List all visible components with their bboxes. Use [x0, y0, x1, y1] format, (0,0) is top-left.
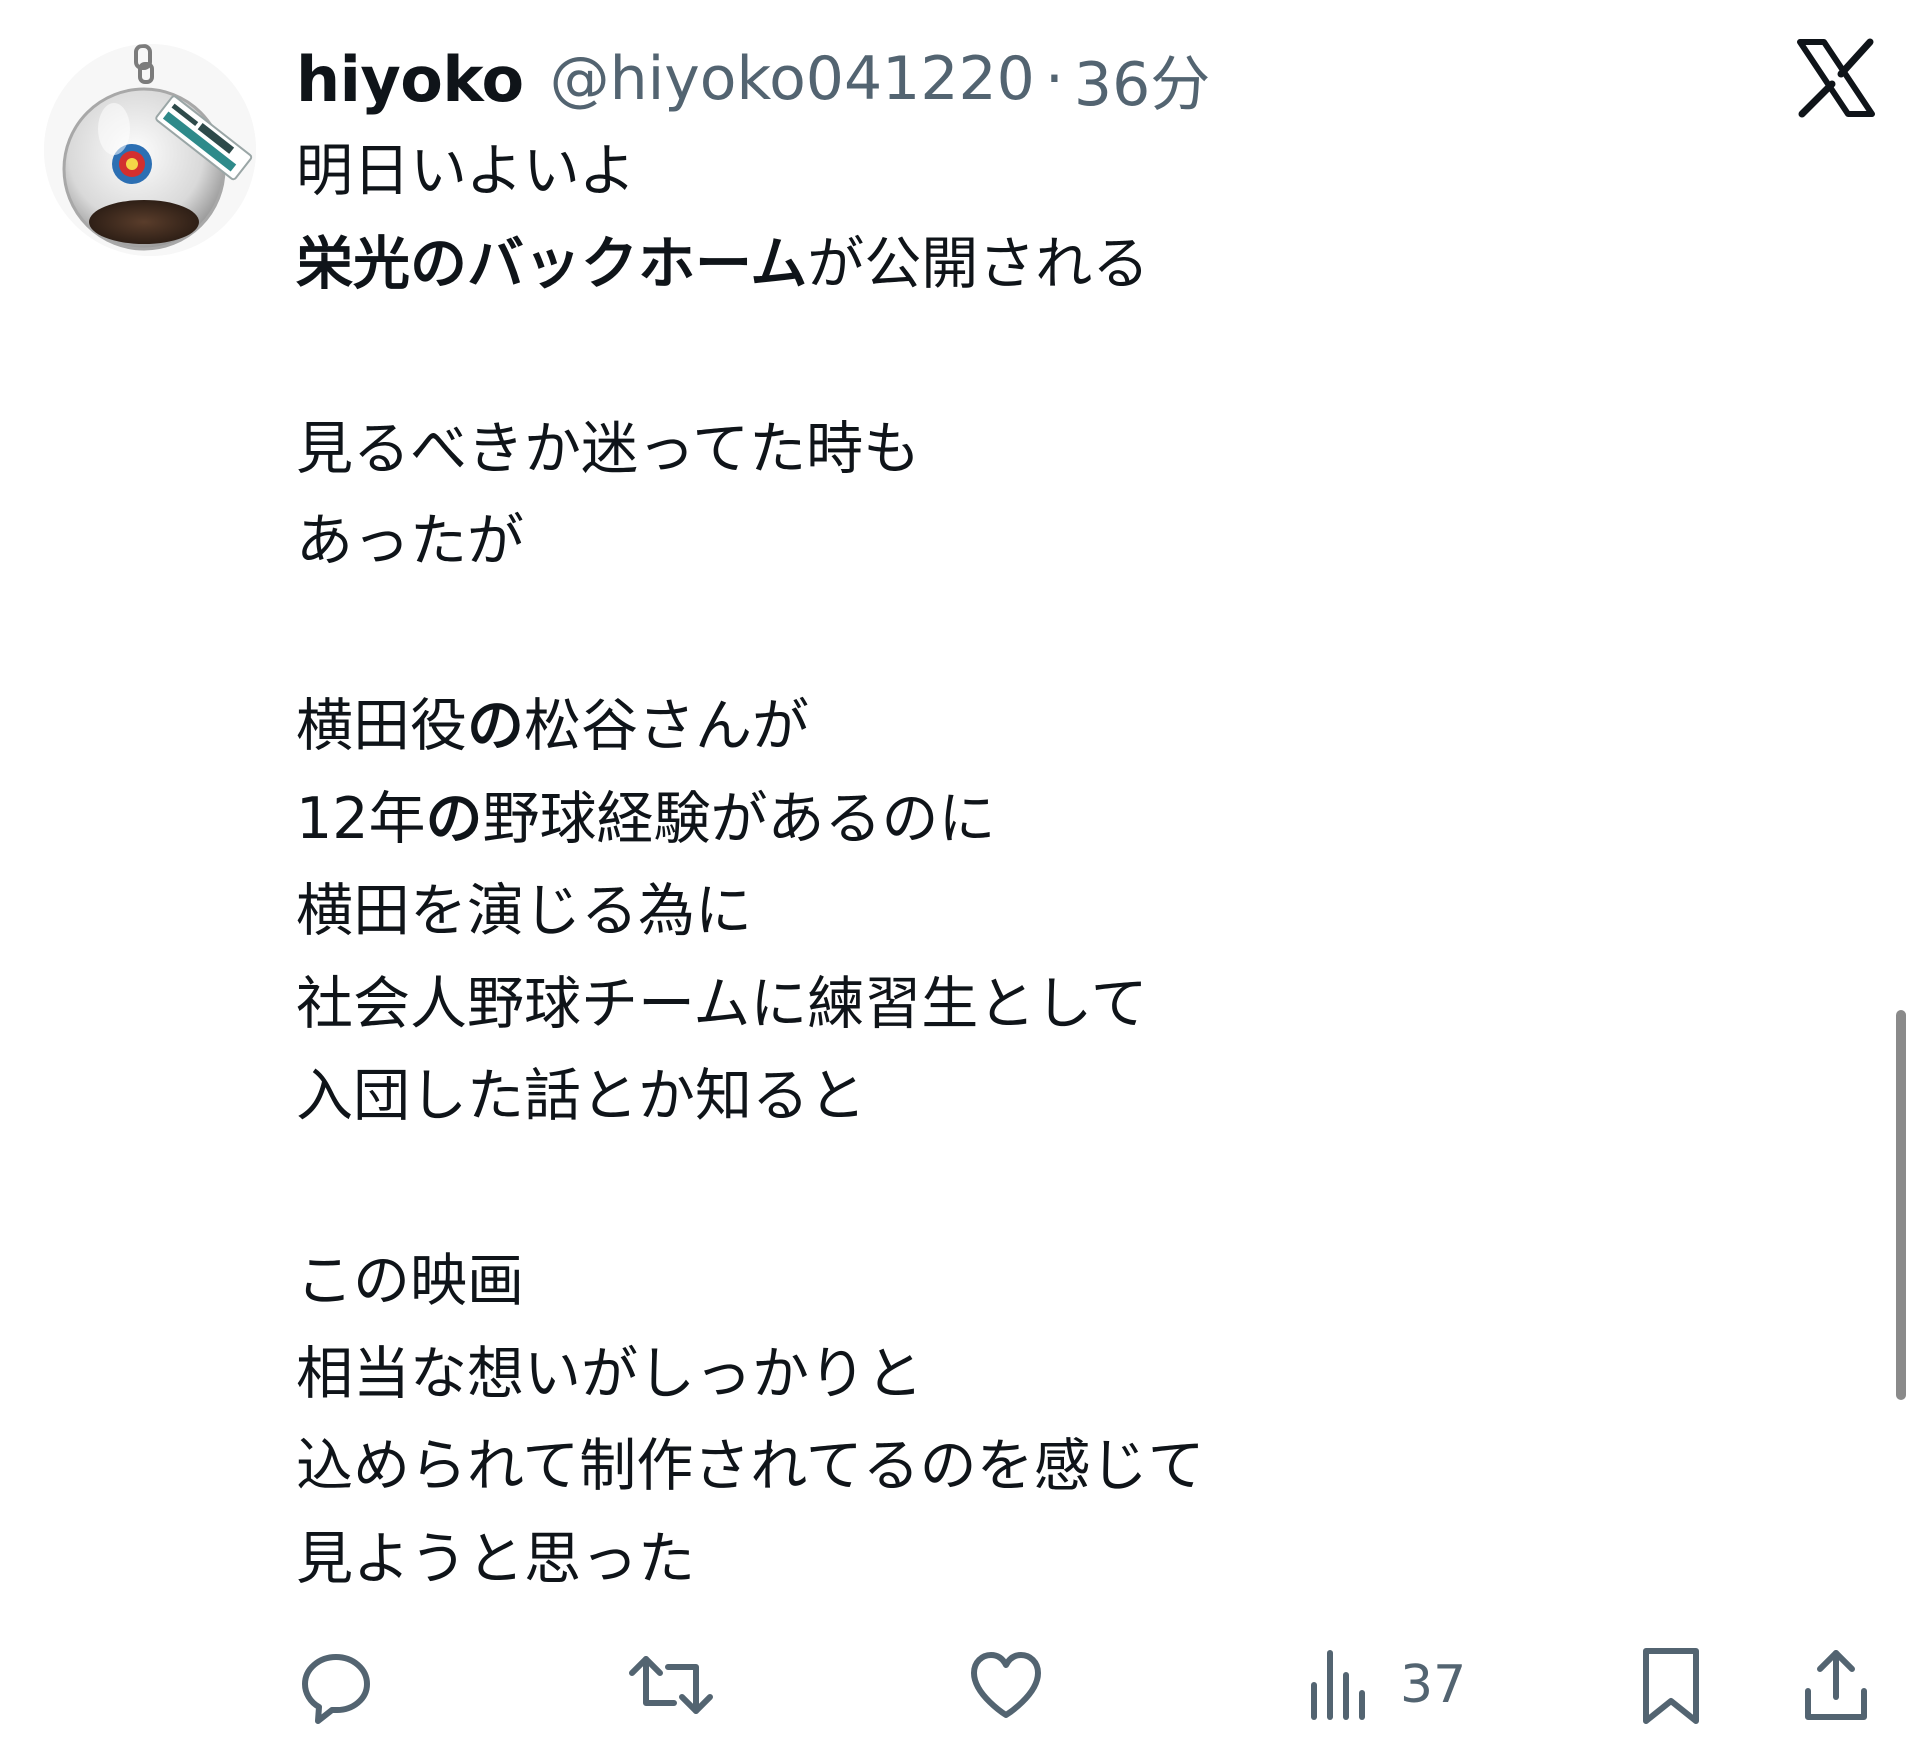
scrollbar[interactable] [1896, 1010, 1906, 1400]
separator-dot: · [1044, 44, 1064, 114]
reply-button[interactable] [296, 1640, 376, 1730]
text-span: 12年 [296, 785, 426, 852]
text-line: 込められて制作されてるのを感じて [296, 1433, 1205, 1499]
action-bar: 37 [0, 1640, 1920, 1730]
text-line: この映画 [296, 1248, 524, 1314]
retweet-button[interactable] [626, 1640, 716, 1730]
bold-text: 栄光のバックホーム [296, 230, 808, 297]
avatar[interactable] [44, 44, 256, 256]
tweet[interactable]: hiyoko @hiyoko041220 · 36分 明日いよいよ 栄光のバック… [0, 0, 1920, 1760]
share-icon [1805, 1650, 1867, 1720]
text-span: 松谷さんが [524, 693, 809, 759]
views-chart-icon [1311, 1650, 1365, 1720]
keychain-ball-icon [44, 44, 256, 256]
text-line: 栄光のバックホームが公開される [296, 218, 1796, 311]
text-line: 見るべきか迷ってた時も [296, 415, 921, 482]
text-line: 横田役の松谷さんが [296, 680, 1796, 773]
text-line: 12年の野球経験があるのに [296, 773, 1796, 866]
user-handle[interactable]: @hiyoko041220 [550, 44, 1035, 114]
bold-text: の [467, 693, 524, 759]
x-logo-icon [1796, 38, 1876, 118]
retweet-icon [629, 1656, 713, 1714]
text-line: あったが [296, 508, 524, 574]
text-line: 相当な想いがしっかりと [296, 1340, 923, 1407]
heart-icon [971, 1652, 1041, 1718]
text-line: 入団した話とか知ると [296, 1063, 866, 1129]
text-span: 野球経験があるのに [482, 785, 996, 852]
text-line: 横田を演じる為に [296, 878, 752, 944]
share-button[interactable] [1796, 1640, 1876, 1730]
bookmark-button[interactable] [1636, 1640, 1706, 1730]
view-count: 37 [1400, 1655, 1467, 1715]
tweet-header: hiyoko @hiyoko041220 · 36分 [296, 36, 1210, 122]
like-button[interactable] [966, 1640, 1046, 1730]
text-span: 横田役 [296, 693, 467, 759]
bold-text: の [425, 785, 483, 852]
tweet-text: 明日いよいよ 栄光のバックホームが公開される 見るべきか迷ってた時も あったが … [296, 125, 1796, 1605]
display-name[interactable]: hiyoko [296, 43, 524, 116]
bookmark-icon [1643, 1648, 1699, 1724]
text-line: 社会人野球チームに練習生として [296, 970, 1148, 1037]
views-button[interactable]: 37 [1304, 1640, 1466, 1730]
timestamp[interactable]: 36分 [1074, 36, 1210, 123]
text-line: 見ようと思った [296, 1525, 695, 1592]
text-span: が公開される [807, 230, 1150, 297]
text-line: 明日いよいよ [296, 138, 636, 204]
reply-icon [302, 1654, 370, 1724]
